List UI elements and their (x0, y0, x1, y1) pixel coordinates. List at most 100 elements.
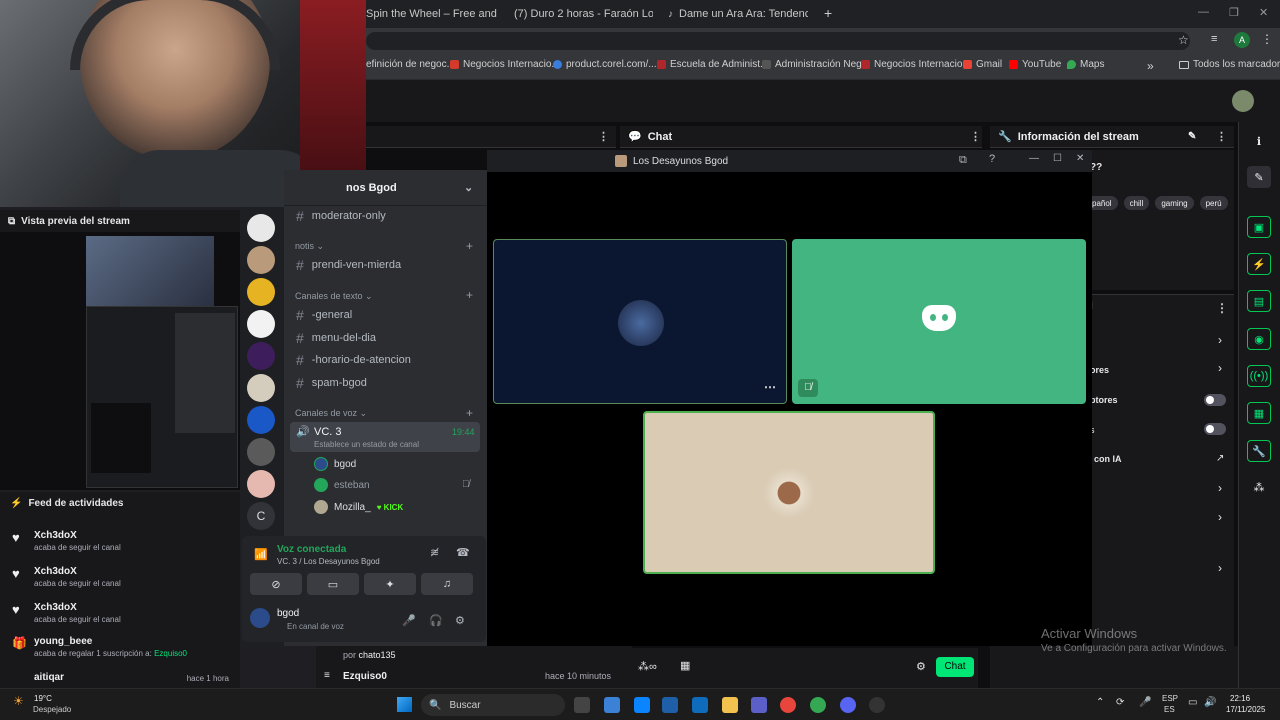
explorer-icon[interactable] (722, 697, 738, 713)
bookmark-gmail[interactable]: Gmail (963, 59, 1002, 70)
weather-icon[interactable]: ☀ (13, 694, 24, 708)
obs-icon[interactable] (869, 697, 885, 713)
add-channel-icon[interactable]: + (466, 406, 473, 420)
points-icon[interactable]: ⁂∞ (638, 660, 657, 673)
chat-menu-icon[interactable]: ⋮ (970, 130, 981, 143)
category-text[interactable]: Canales de texto ⌄ (295, 291, 373, 302)
chevron-right-icon[interactable]: › (1218, 561, 1222, 575)
all-bookmarks-button[interactable]: Todos los marcadores (1179, 59, 1280, 70)
server-icon[interactable] (247, 310, 275, 338)
chevron-right-icon[interactable]: › (1218, 481, 1222, 495)
gear-icon[interactable]: ⚙ (455, 614, 465, 627)
language-indicator[interactable]: ESP (1162, 694, 1178, 703)
tag-chip[interactable]: chill (1123, 196, 1150, 210)
toggle-switch[interactable] (1204, 394, 1226, 406)
server-icon[interactable] (247, 214, 275, 242)
server-icon[interactable] (247, 470, 275, 498)
toggle-switch[interactable] (1204, 423, 1226, 435)
activities-button[interactable]: ✦ (364, 573, 416, 595)
feed-item[interactable]: aitiqar hace 1 hora (12, 672, 237, 683)
channel-prendi-ven-mierda[interactable]: # prendi-ven-mierda (296, 257, 401, 273)
gear-icon[interactable]: ⚙ (916, 660, 926, 673)
close-icon[interactable]: ✕ (1076, 153, 1084, 164)
chat-bubble-icon[interactable]: ◉ (1247, 328, 1271, 350)
bookmark-4[interactable]: Escuela de Administ... (657, 59, 768, 70)
panel-menu-icon[interactable]: ⋮ (598, 130, 609, 143)
store-icon[interactable]: ▦ (680, 659, 690, 672)
minimize-icon[interactable]: — (1198, 6, 1209, 18)
bookmark-youtube[interactable]: YouTube (1009, 59, 1061, 70)
camera-off-button[interactable]: ⊘ (250, 573, 302, 595)
network-icon[interactable]: ▭ (1188, 697, 1197, 708)
add-channel-icon[interactable]: + (466, 288, 473, 302)
clock-time[interactable]: 22:16 (1230, 694, 1250, 703)
tab-youtube[interactable]: (7) Duro 2 horas - Faraón Love S✕ (508, 4, 653, 24)
tag-chip[interactable]: perú (1199, 196, 1228, 210)
server-icon[interactable] (247, 246, 275, 274)
edge-icon[interactable] (634, 697, 650, 713)
channel-general[interactable]: # -general (296, 307, 352, 323)
reading-list-icon[interactable]: ≡ (1211, 33, 1217, 45)
info-icon[interactable]: ℹ (1247, 130, 1271, 152)
server-header[interactable]: nos Bgod ⌄ (284, 170, 488, 206)
category-voice[interactable]: Canales de voz ⌄ (295, 408, 367, 419)
server-icon[interactable] (247, 406, 275, 434)
menu-icon[interactable]: ⋮ (1261, 32, 1273, 46)
disconnect-icon[interactable]: ☎ (456, 546, 470, 559)
star-icon[interactable]: ☆ (1178, 33, 1189, 47)
copilot-icon[interactable] (604, 697, 620, 713)
video-tile-esteban[interactable]: 🎙̸ (792, 239, 1086, 404)
category-notis[interactable]: notis ⌄ (295, 241, 324, 252)
feed-item[interactable]: 🎁 young_beee acaba de regalar 1 suscripci… (12, 636, 237, 658)
channel-moderator-only[interactable]: # moderator-only (296, 208, 386, 224)
task-view-icon[interactable] (574, 697, 590, 713)
notes-icon[interactable]: ▤ (1247, 290, 1271, 312)
chrome-icon[interactable] (780, 697, 796, 713)
outlook-icon[interactable] (692, 697, 708, 713)
bookmarks-more-button[interactable]: » (1147, 59, 1154, 73)
video-tile-bgod[interactable]: ⋯ (493, 239, 787, 404)
bookmark-maps[interactable]: Maps (1067, 59, 1104, 70)
server-icon[interactable] (247, 374, 275, 402)
help-icon[interactable]: ? (989, 153, 995, 165)
chrome-profile-icon[interactable] (810, 697, 826, 713)
bookmark-5[interactable]: Administración Neg... (762, 59, 870, 70)
channel-spam-bgod[interactable]: # spam-bgod (296, 375, 367, 391)
chevron-right-icon[interactable]: › (1218, 510, 1222, 524)
maximize-icon[interactable]: ❐ (1229, 6, 1239, 19)
lightning-icon[interactable]: ⚡ (1247, 253, 1271, 275)
channel-status-text[interactable]: Establece un estado de canal (314, 440, 419, 449)
new-tab-button[interactable]: + (824, 5, 832, 21)
chat-send-button[interactable]: Chat (936, 657, 974, 677)
discord-icon[interactable] (840, 697, 856, 713)
bookmark-1[interactable]: efinición de negoc... (366, 59, 455, 70)
video-tile-mozilla[interactable] (643, 411, 935, 574)
channel-menu-del-dia[interactable]: # menu-del-dia (296, 330, 376, 346)
close-window-icon[interactable]: ✕ (1259, 6, 1268, 19)
browser-source-icon[interactable]: ▦ (1247, 402, 1271, 424)
feed-item[interactable]: ♥ Xch3doX acaba de seguir el canal (12, 530, 237, 552)
feed-item[interactable]: ♥ Xch3doX acaba de seguir el canal (12, 566, 237, 588)
microphone-icon[interactable]: 🎤 (1139, 697, 1151, 708)
voice-member[interactable]: Mozilla_ ♥ KICK (314, 500, 403, 514)
signal-icon[interactable]: 📶 (254, 548, 268, 561)
voice-member[interactable]: esteban (314, 478, 370, 492)
noise-suppression-icon[interactable]: ≋̸ (430, 546, 439, 559)
start-button[interactable] (397, 697, 412, 712)
bookmark-3[interactable]: product.corel.com/... (553, 59, 657, 70)
teams-icon[interactable] (751, 697, 767, 713)
server-icon[interactable] (247, 342, 275, 370)
voice-member[interactable]: bgod (314, 457, 356, 471)
broadcast-icon[interactable]: ((•)) (1247, 365, 1271, 387)
voice-location[interactable]: VC. 3 / Los Desayunos Bgod (277, 557, 380, 566)
feed-item[interactable]: ♥ Xch3doX acaba de seguir el canal (12, 602, 237, 624)
add-channel-icon[interactable]: + (466, 239, 473, 253)
headphones-icon[interactable]: 🎧 (429, 614, 443, 627)
voice-channel-vc3[interactable]: 🔊 VC. 3 19:44 Establece un estado de can… (290, 422, 480, 452)
microphone-icon[interactable]: 🎤 (402, 614, 416, 627)
extensions-icon[interactable]: ⁂ (1247, 476, 1271, 498)
server-icon[interactable]: C (247, 502, 275, 530)
soundboard-button[interactable]: ♫ (421, 573, 473, 595)
tab-spin-wheel[interactable]: Spin the Wheel – Free and easy✕ (366, 4, 498, 24)
taskbar-search[interactable]: 🔍 Buscar (421, 694, 565, 716)
